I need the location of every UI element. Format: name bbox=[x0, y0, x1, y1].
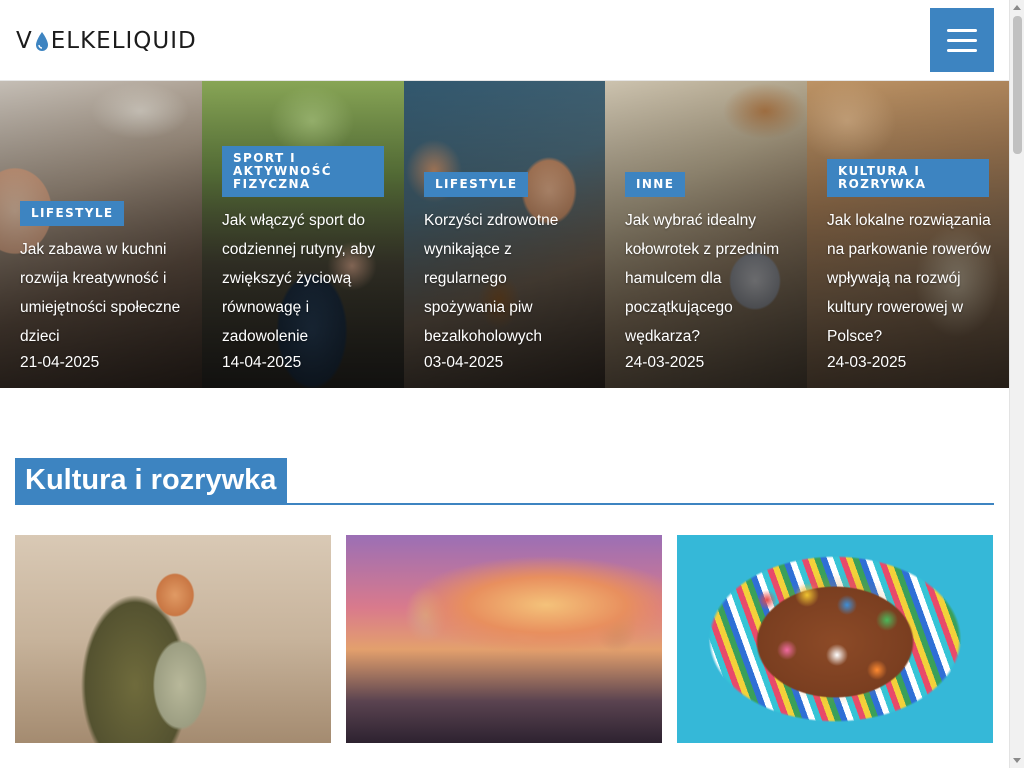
slide-date: 21-04-2025 bbox=[20, 354, 100, 371]
article-image[interactable] bbox=[677, 535, 993, 743]
slide-title[interactable]: Korzyści zdrowotne wynikające z regularn… bbox=[424, 206, 587, 351]
water-drop-icon bbox=[34, 31, 50, 53]
slide-date: 03-04-2025 bbox=[424, 354, 504, 371]
hamburger-menu-button[interactable] bbox=[930, 8, 994, 72]
article-grid bbox=[15, 535, 994, 757]
scroll-down-arrow-icon[interactable] bbox=[1013, 758, 1021, 763]
article-image[interactable] bbox=[346, 535, 662, 743]
article-image[interactable] bbox=[15, 535, 331, 743]
slide-title[interactable]: Jak lokalne rozwiązania na parkowanie ro… bbox=[827, 206, 991, 351]
article-card[interactable] bbox=[346, 535, 662, 757]
slide-title[interactable]: Jak zabawa w kuchni rozwija kreatywność … bbox=[20, 235, 184, 351]
slide-title[interactable]: Jak wybrać idealny kołowrotek z przednim… bbox=[625, 206, 789, 351]
hero-slide[interactable]: KULTURA I ROZRYWKA Jak lokalne rozwiązan… bbox=[807, 81, 1009, 388]
hero-slide[interactable]: SPORT I AKTYWNOŚĆ FIZYCZNA Jak włączyć s… bbox=[202, 81, 404, 388]
hero-slide[interactable]: LIFESTYLE Jak zabawa w kuchni rozwija kr… bbox=[0, 81, 202, 388]
article-card[interactable] bbox=[677, 535, 993, 757]
slide-title[interactable]: Jak włączyć sport do codziennej rutyny, … bbox=[222, 206, 386, 351]
slide-date: 24-03-2025 bbox=[625, 354, 705, 371]
section-header: Kultura i rozrywka bbox=[15, 458, 994, 505]
category-badge[interactable]: INNE bbox=[625, 172, 686, 197]
slide-date: 14-04-2025 bbox=[222, 354, 302, 371]
article-card[interactable] bbox=[15, 535, 331, 757]
hero-slide[interactable]: LIFESTYLE Korzyści zdrowotne wynikające … bbox=[404, 81, 605, 388]
category-badge[interactable]: LIFESTYLE bbox=[20, 201, 125, 226]
hero-slider: LIFESTYLE Jak zabawa w kuchni rozwija kr… bbox=[0, 81, 1009, 388]
section-title[interactable]: Kultura i rozrywka bbox=[15, 458, 288, 504]
logo-text-left: V bbox=[16, 28, 33, 54]
category-badge[interactable]: KULTURA I ROZRYWKA bbox=[827, 159, 989, 197]
logo-text-right: ELKELIQUID bbox=[50, 28, 197, 54]
hero-slide[interactable]: INNE Jak wybrać idealny kołowrotek z prz… bbox=[605, 81, 807, 388]
scrollbar-thumb[interactable] bbox=[1013, 16, 1022, 154]
site-logo[interactable]: V ELKELIQUID bbox=[16, 24, 197, 58]
slide-date: 24-03-2025 bbox=[827, 354, 907, 371]
site-header: V ELKELIQUID bbox=[0, 0, 1009, 81]
category-badge[interactable]: LIFESTYLE bbox=[424, 172, 529, 197]
scroll-up-arrow-icon[interactable] bbox=[1013, 5, 1021, 10]
category-badge[interactable]: SPORT I AKTYWNOŚĆ FIZYCZNA bbox=[222, 146, 384, 197]
page-scrollbar[interactable] bbox=[1009, 0, 1024, 768]
hamburger-menu-icon bbox=[947, 29, 977, 32]
